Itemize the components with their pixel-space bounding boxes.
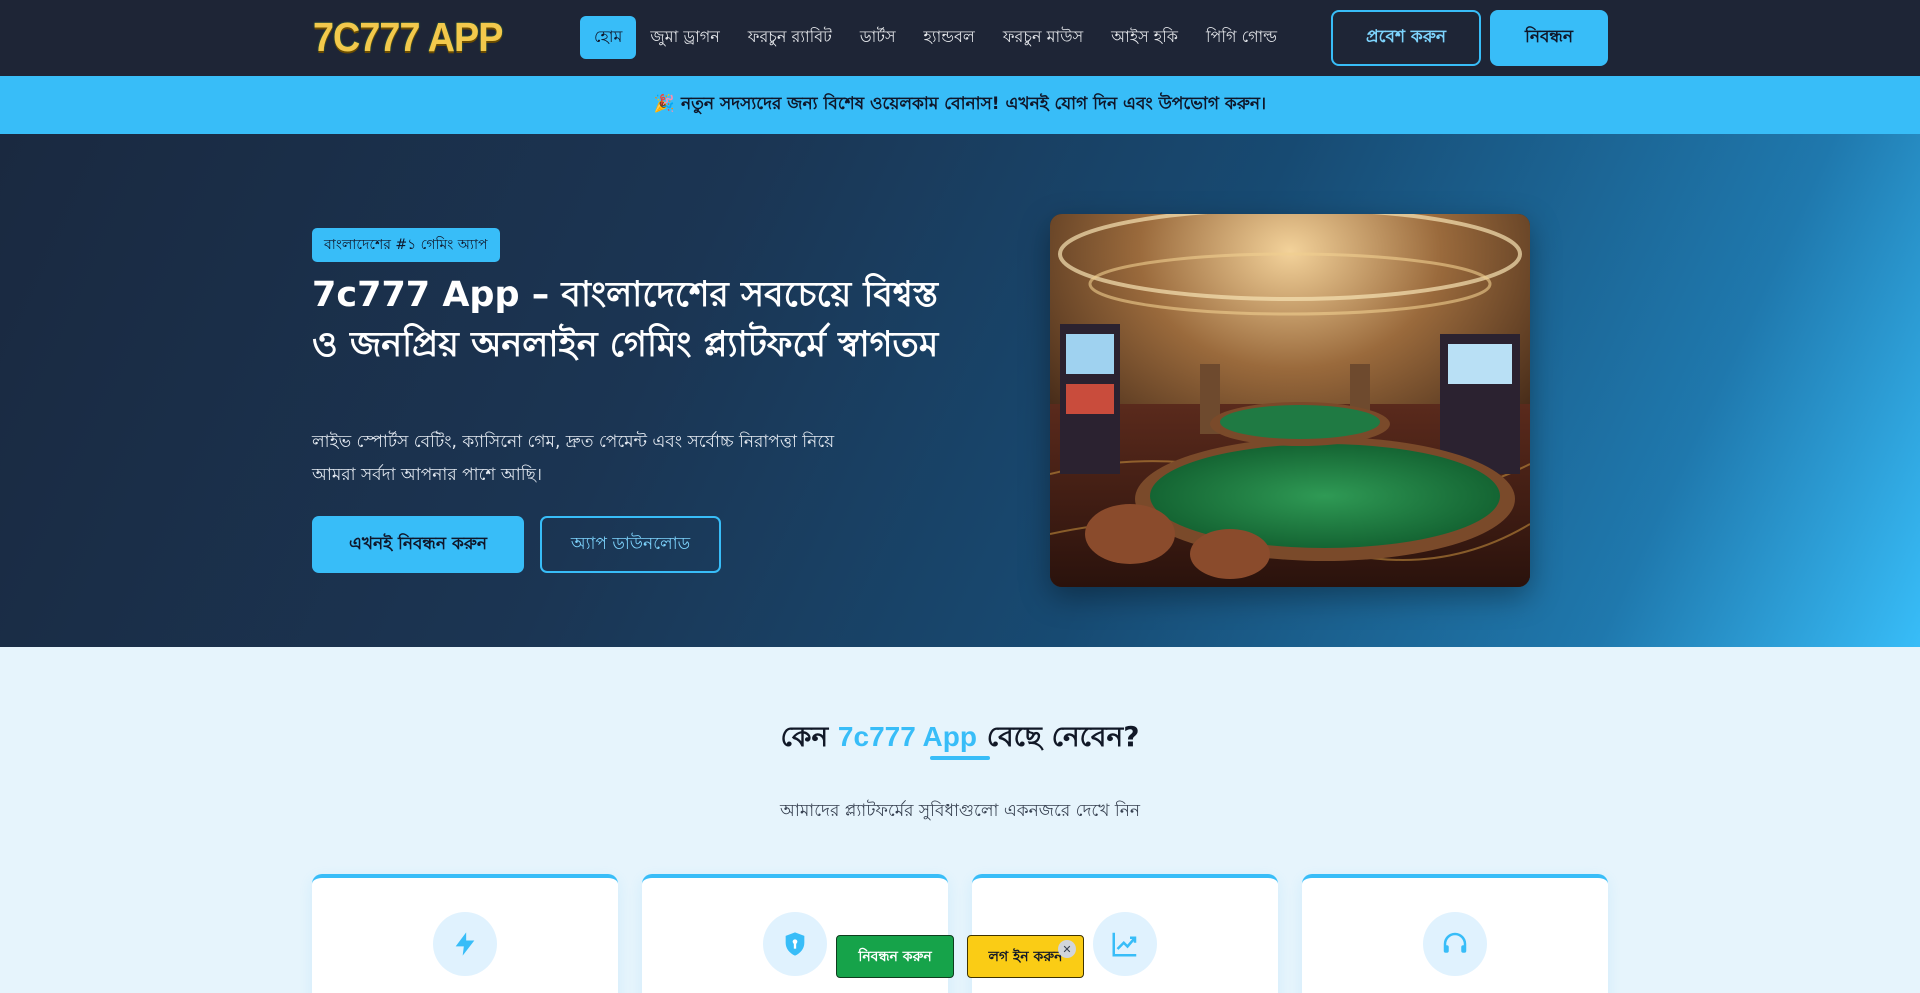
announcement-bar: 🎉 নতুন সদস্যদের জন্য বিশেষ ওয়েলকাম বোনা… [0, 76, 1920, 134]
nav-item-handball[interactable]: হ্যান্ডবল [910, 16, 989, 59]
nav-item-fortune-rabbit[interactable]: ফরচুন র‍্যাবিট [734, 16, 846, 59]
why-title-before: কেন [780, 720, 829, 753]
why-title-accent: 7c777 App [837, 721, 977, 752]
nav-item-darts[interactable]: ডার্টস [846, 16, 910, 59]
nav-item-piggy-gold[interactable]: পিগি গোল্ড [1192, 16, 1291, 59]
casino-illustration [1050, 214, 1530, 587]
lightning-icon [433, 912, 497, 976]
hero-badge: বাংলাদেশের #১ গেমিং অ্যাপ [312, 228, 500, 262]
nav-item-home[interactable]: হোম [580, 16, 637, 59]
nav-item-juma-dragon[interactable]: জুমা ড্রাগন [636, 16, 733, 59]
hero-description: লাইভ স্পোর্টস বেটিং, ক্যাসিনো গেম, দ্রুত… [312, 432, 835, 485]
headset-icon [1423, 912, 1487, 976]
close-icon[interactable]: ✕ [1058, 940, 1076, 958]
floating-register-button[interactable]: নিবন্ধন করুন [836, 935, 954, 978]
why-section-subtitle: আমাদের প্ল্যাটফর্মের সুবিধাগুলো একনজরে দ… [780, 801, 1140, 821]
app-download-button[interactable]: অ্যাপ ডাউনলোড [540, 516, 721, 573]
main-nav: হোম জুমা ড্রাগন ফরচুন র‍্যাবিট ডার্টস হ্… [580, 16, 1291, 59]
login-button[interactable]: প্রবেশ করুন [1331, 10, 1481, 66]
why-title-after: বেছে নেবেন? [986, 720, 1140, 753]
hero-section: বাংলাদেশের #১ গেমিং অ্যাপ 7c777 App – বা… [0, 134, 1920, 647]
register-button[interactable]: নিবন্ধন [1490, 10, 1608, 66]
feature-card [1302, 874, 1608, 993]
why-section-title: কেন 7c777 App বেছে নেবেন? [0, 715, 1920, 762]
chart-line-icon [1093, 912, 1157, 976]
feature-card [312, 874, 618, 993]
logo[interactable]: 7C777 APP [313, 14, 503, 61]
shield-icon [763, 912, 827, 976]
register-now-button[interactable]: এখনই নিবন্ধন করুন [312, 516, 524, 573]
hero-title: 7c777 App – বাংলাদেশের সবচেয়ে বিশ্বস্ত … [312, 275, 939, 365]
nav-item-ice-hockey[interactable]: আইস হকি [1097, 16, 1192, 59]
nav-item-fortune-mouse[interactable]: ফরচুন মাউস [989, 16, 1097, 59]
title-underline [930, 756, 990, 760]
casino-hero-image [1050, 214, 1530, 587]
site-header: 7C777 APP হোম জুমা ড্রাগন ফরচুন র‍্যাবিট… [0, 0, 1920, 76]
